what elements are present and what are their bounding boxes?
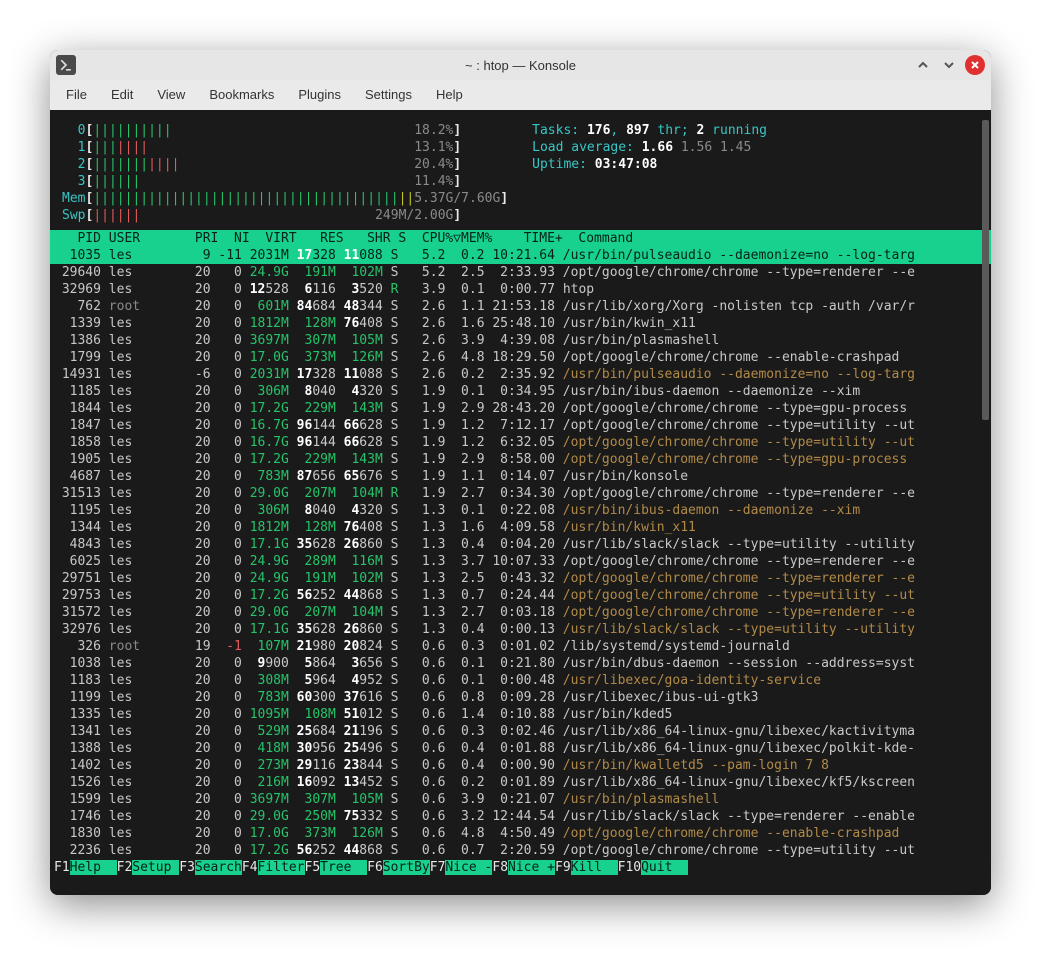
process-row[interactable]: 29751 les 20 0 24.9G 191M 102M S 1.3 2.5… [50,570,991,587]
fkey-label-f6[interactable]: SortBy [383,860,430,875]
menu-item-bookmarks[interactable]: Bookmarks [197,80,286,110]
menu-item-view[interactable]: View [145,80,197,110]
menu-item-plugins[interactable]: Plugins [286,80,353,110]
fkey-label-f1[interactable]: Help [70,860,117,875]
uptime: Uptime: 03:47:08 [532,156,767,173]
process-row[interactable]: 1183 les 20 0 308M 5964 4952 S 0.6 0.1 0… [50,672,991,689]
process-row[interactable]: 1830 les 20 0 17.0G 373M 126M S 0.6 4.8 … [50,825,991,842]
process-row[interactable]: 1199 les 20 0 783M 60300 37616 S 0.6 0.8… [50,689,991,706]
mem-meter: Mem[||||||||||||||||||||||||||||||||||||… [62,190,508,207]
process-row[interactable]: 1195 les 20 0 306M 8040 4320 S 1.3 0.1 0… [50,502,991,519]
process-row[interactable]: 1746 les 20 0 29.0G 250M 75332 S 0.6 3.2… [50,808,991,825]
fkey-f3[interactable]: F3 [179,860,195,875]
fkey-label-f3[interactable]: Search [195,860,242,875]
process-row[interactable]: 762 root 20 0 601M 84684 48344 S 2.6 1.1… [50,298,991,315]
menu-bar: FileEditViewBookmarksPluginsSettingsHelp [50,80,991,110]
process-row[interactable]: 1905 les 20 0 17.2G 229M 143M S 1.9 2.9 … [50,451,991,468]
maximize-button[interactable] [939,55,959,75]
fkey-f8[interactable]: F8 [492,860,508,875]
process-row[interactable]: 1339 les 20 0 1812M 128M 76408 S 2.6 1.6… [50,315,991,332]
process-row[interactable]: 1599 les 20 0 3697M 307M 105M S 0.6 3.9 … [50,791,991,808]
process-row[interactable]: 1335 les 20 0 1095M 108M 51012 S 0.6 1.4… [50,706,991,723]
process-row[interactable]: 4843 les 20 0 17.1G 35628 26860 S 1.3 0.… [50,536,991,553]
process-row[interactable]: 2236 les 20 0 17.2G 56252 44868 S 0.6 0.… [50,842,991,859]
process-row[interactable]: 1341 les 20 0 529M 25684 21196 S 0.6 0.3… [50,723,991,740]
minimize-button[interactable] [913,55,933,75]
process-row[interactable]: 326 root 19 -1 107M 21980 20824 S 0.6 0.… [50,638,991,655]
menu-item-settings[interactable]: Settings [353,80,424,110]
process-row[interactable]: 29753 les 20 0 17.2G 56252 44868 S 1.3 0… [50,587,991,604]
cpu-meter-1: 1[||||||| 13.1%] [62,139,508,156]
fkey-label-f4[interactable]: Filter [258,860,305,875]
fkey-f4[interactable]: F4 [242,860,258,875]
load-average: Load average: 1.66 1.56 1.45 [532,139,767,156]
fkey-label-f9[interactable]: Kill [571,860,618,875]
process-row[interactable]: 31572 les 20 0 29.0G 207M 104M S 1.3 2.7… [50,604,991,621]
process-row[interactable]: 1386 les 20 0 3697M 307M 105M S 2.6 3.9 … [50,332,991,349]
terminal-view[interactable]: 0[|||||||||| 18.2%] 1[||||||| 13.1%] 2[|… [50,110,991,895]
process-table-header[interactable]: PID USER PRI NI VIRT RES SHR S CPU%▽MEM%… [50,230,991,247]
fkey-f2[interactable]: F2 [117,860,133,875]
fkey-f7[interactable]: F7 [430,860,446,875]
menu-item-edit[interactable]: Edit [99,80,145,110]
title-bar: ~ : htop — Konsole [50,50,991,80]
tasks-summary: Tasks: 176, 897 thr; 2 running [532,122,767,139]
menu-item-help[interactable]: Help [424,80,475,110]
konsole-app-icon [56,55,76,75]
process-row[interactable]: 1038 les 20 0 9900 5864 3656 S 0.6 0.1 0… [50,655,991,672]
process-row[interactable]: 1526 les 20 0 216M 16092 13452 S 0.6 0.2… [50,774,991,791]
fkey-label-f7[interactable]: Nice - [445,860,492,875]
process-row[interactable]: 1858 les 20 0 16.7G 96144 66628 S 1.9 1.… [50,434,991,451]
fkey-label-f2[interactable]: Setup [132,860,179,875]
fkey-f1[interactable]: F1 [54,860,70,875]
process-row[interactable]: 1847 les 20 0 16.7G 96144 66628 S 1.9 1.… [50,417,991,434]
fkey-label-f8[interactable]: Nice + [508,860,555,875]
window-title: ~ : htop — Konsole [50,58,991,73]
window-controls [907,55,991,75]
fkey-label-f5[interactable]: Tree [320,860,367,875]
swap-meter: Swp[|||||| 249M/2.00G] [62,207,508,224]
konsole-window: ~ : htop — Konsole FileEditViewBookmarks… [50,50,991,895]
scrollbar[interactable] [982,120,989,420]
function-key-bar[interactable]: F1Help F2Setup F3SearchF4FilterF5Tree F6… [50,859,991,876]
fkey-f5[interactable]: F5 [305,860,321,875]
cpu-meter-2: 2[||||||||||| 20.4%] [62,156,508,173]
process-row[interactable]: 6025 les 20 0 24.9G 289M 116M S 1.3 3.7 … [50,553,991,570]
process-row[interactable]: 32969 les 20 0 12528 6116 3520 R 3.9 0.1… [50,281,991,298]
menu-item-file[interactable]: File [54,80,99,110]
process-row[interactable]: 32976 les 20 0 17.1G 35628 26860 S 1.3 0… [50,621,991,638]
process-row[interactable]: 1799 les 20 0 17.0G 373M 126M S 2.6 4.8 … [50,349,991,366]
process-row[interactable]: 1035 les 9 -11 2031M 17328 11088 S 5.2 0… [50,247,991,264]
process-row[interactable]: 14931 les -6 0 2031M 17328 11088 S 2.6 0… [50,366,991,383]
process-row[interactable]: 1185 les 20 0 306M 8040 4320 S 1.9 0.1 0… [50,383,991,400]
fkey-f9[interactable]: F9 [555,860,571,875]
fkey-f10[interactable]: F10 [618,860,641,875]
process-row[interactable]: 31513 les 20 0 29.0G 207M 104M R 1.9 2.7… [50,485,991,502]
close-button[interactable] [965,55,985,75]
htop-meters: 0[|||||||||| 18.2%] 1[||||||| 13.1%] 2[|… [62,122,979,224]
process-table[interactable]: 1035 les 9 -11 2031M 17328 11088 S 5.2 0… [50,247,991,859]
process-row[interactable]: 4687 les 20 0 783M 87656 65676 S 1.9 1.1… [50,468,991,485]
process-row[interactable]: 1344 les 20 0 1812M 128M 76408 S 1.3 1.6… [50,519,991,536]
process-row[interactable]: 1402 les 20 0 273M 29116 23844 S 0.6 0.4… [50,757,991,774]
cpu-meter-0: 0[|||||||||| 18.2%] [62,122,508,139]
cpu-meter-3: 3[|||||| 11.4%] [62,173,508,190]
fkey-f6[interactable]: F6 [367,860,383,875]
process-row[interactable]: 1844 les 20 0 17.2G 229M 143M S 1.9 2.9 … [50,400,991,417]
process-row[interactable]: 29640 les 20 0 24.9G 191M 102M S 5.2 2.5… [50,264,991,281]
process-row[interactable]: 1388 les 20 0 418M 30956 25496 S 0.6 0.4… [50,740,991,757]
fkey-label-f10[interactable]: Quit [641,860,688,875]
